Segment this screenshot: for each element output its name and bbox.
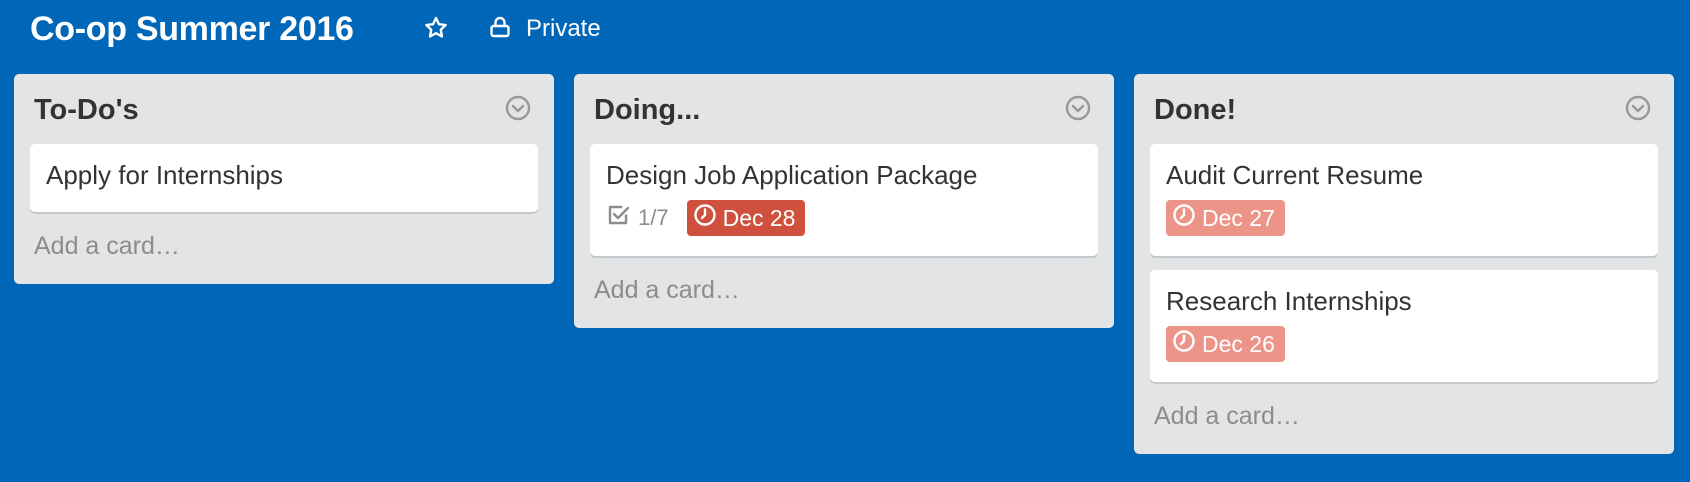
list-title[interactable]: To-Do's bbox=[34, 92, 139, 128]
list-menu-button[interactable] bbox=[502, 94, 534, 126]
card-title: Research Internships bbox=[1166, 286, 1412, 316]
card-title: Design Job Application Package bbox=[606, 160, 978, 190]
due-date-badge: Dec 27 bbox=[1166, 200, 1285, 236]
list-todo: To-Do's Apply for Internships Add a card… bbox=[14, 74, 554, 284]
chevron-down-circle-icon bbox=[504, 94, 532, 127]
due-date: Dec 28 bbox=[722, 204, 796, 231]
due-date: Dec 26 bbox=[1202, 330, 1275, 357]
due-date-badge: Dec 26 bbox=[1166, 326, 1285, 362]
star-board-button[interactable] bbox=[418, 12, 454, 48]
list-menu-button[interactable] bbox=[1062, 94, 1094, 126]
list-menu-button[interactable] bbox=[1622, 94, 1654, 126]
checkbox-icon bbox=[606, 202, 632, 234]
card-badges: 1/7 Dec 28 bbox=[606, 200, 1082, 236]
lock-icon bbox=[488, 15, 512, 44]
add-card-button[interactable]: Add a card… bbox=[14, 226, 554, 284]
checklist-count: 1/7 bbox=[638, 205, 669, 230]
star-icon bbox=[423, 15, 449, 46]
card-title: Audit Current Resume bbox=[1166, 160, 1424, 190]
list-done: Done! Audit Current Resume Dec 27 Resear… bbox=[1134, 74, 1674, 454]
list-title[interactable]: Done! bbox=[1154, 92, 1236, 128]
list-header: Done! bbox=[1134, 74, 1674, 144]
list-header: To-Do's bbox=[14, 74, 554, 144]
card-list: Audit Current Resume Dec 27 Research Int… bbox=[1134, 144, 1674, 382]
due-date-badge: Dec 28 bbox=[686, 200, 806, 236]
board-header: Co-op Summer 2016 Private bbox=[0, 0, 1690, 62]
card[interactable]: Apply for Internships bbox=[30, 144, 538, 212]
add-card-button[interactable]: Add a card… bbox=[1134, 396, 1674, 454]
card-list: Design Job Application Package 1/7 Dec 2… bbox=[574, 144, 1114, 256]
visibility-button[interactable]: Private bbox=[488, 10, 601, 48]
card[interactable]: Design Job Application Package 1/7 Dec 2… bbox=[590, 144, 1098, 256]
chevron-down-circle-icon bbox=[1064, 94, 1092, 127]
board-title[interactable]: Co-op Summer 2016 bbox=[30, 8, 354, 50]
list-header: Doing... bbox=[574, 74, 1114, 144]
card[interactable]: Audit Current Resume Dec 27 bbox=[1150, 144, 1658, 256]
checklist-badge: 1/7 bbox=[606, 202, 669, 234]
card[interactable]: Research Internships Dec 26 bbox=[1150, 270, 1658, 382]
card-list: Apply for Internships bbox=[14, 144, 554, 212]
card-badges: Dec 26 bbox=[1166, 326, 1642, 362]
clock-icon bbox=[1172, 329, 1196, 359]
clock-icon bbox=[693, 203, 717, 233]
list-title[interactable]: Doing... bbox=[594, 92, 700, 128]
chevron-down-circle-icon bbox=[1624, 94, 1652, 127]
card-badges: Dec 27 bbox=[1166, 200, 1642, 236]
clock-icon bbox=[1172, 203, 1196, 233]
visibility-label: Private bbox=[526, 15, 601, 42]
list-doing: Doing... Design Job Application Package bbox=[574, 74, 1114, 328]
card-title: Apply for Internships bbox=[46, 160, 284, 190]
add-card-button[interactable]: Add a card… bbox=[574, 270, 1114, 328]
due-date: Dec 27 bbox=[1202, 204, 1275, 231]
